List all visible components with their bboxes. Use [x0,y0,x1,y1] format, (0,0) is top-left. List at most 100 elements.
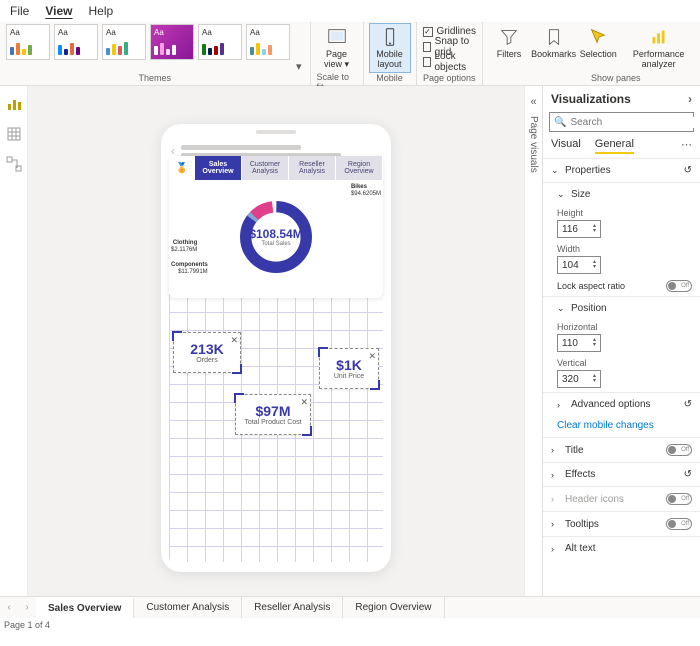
section-tooltips[interactable]: ›TooltipsOff [543,511,700,536]
page-tabs: ‹ › Sales Overview Customer Analysis Res… [0,596,700,618]
reset-icon[interactable]: ↺ [684,165,692,176]
close-icon[interactable]: ✕ [300,397,308,408]
logo-icon: 🏅 [169,156,195,180]
page-tab-sales[interactable]: Sales Overview [36,597,134,618]
tooltips-toggle[interactable]: Off [666,518,692,530]
canvas[interactable]: ‹ 🏅 Sales Overview Customer Analysis Res… [28,86,524,596]
theme-swatch[interactable]: Aa [6,24,50,60]
theme-dropdown-icon[interactable]: ▾ [294,60,304,73]
bookmarks-button[interactable]: Bookmarks [533,24,574,62]
tab-region[interactable]: Region Overview [336,156,383,180]
view-switcher [0,86,28,596]
section-effects[interactable]: ›Effects↺ [543,462,700,486]
total-sales-value: $108.54M [249,227,302,241]
ann-bikes: Bikes$94.6205M [351,184,381,197]
menu-view[interactable]: View [45,4,72,18]
mobile-layout-button[interactable]: Mobile layout [370,24,410,72]
ann-components: Components$11.7991M [171,262,208,275]
card-product-cost[interactable]: ✕ $97M Total Product Cost [235,394,311,435]
tab-sales-overview[interactable]: Sales Overview [195,156,242,180]
card-value: $97M [240,403,306,419]
ribbon-group-label: Mobile [376,73,403,85]
tab-general[interactable]: General [595,138,634,154]
lock-checkbox[interactable]: Lock objects [423,54,476,69]
section-advanced[interactable]: ›Advanced options↺ [543,392,700,416]
selection-button[interactable]: Selection [578,24,618,62]
search-icon: 🔍 [554,117,566,128]
theme-swatch[interactable]: Aa [198,24,242,60]
section-title[interactable]: ›TitleOff [543,437,700,462]
phone-notch [256,130,296,134]
section-position[interactable]: ⌄Position [543,296,700,320]
card-label: Unit Price [324,373,374,380]
report-tabs: 🏅 Sales Overview Customer Analysis Resel… [169,156,383,180]
total-sales-label: Total Sales [249,241,302,247]
header-toggle: Off [666,493,692,505]
data-view-icon[interactable] [6,126,22,142]
report-view-icon[interactable] [6,96,22,112]
ribbon: Aa Aa Aa Aa Aa Aa ▾ Themes Page view ▾ S… [0,22,700,86]
ann-clothing: Clothing$2.1176M [171,240,197,253]
menu-help[interactable]: Help [88,4,113,18]
filters-button[interactable]: Filters [489,24,529,62]
theme-swatch[interactable]: Aa [102,24,146,60]
menu-bar: File View Help [0,0,700,22]
search-box[interactable]: 🔍 [549,112,694,132]
search-input[interactable] [570,117,700,128]
height-input[interactable]: 116▴▾ [557,220,601,238]
page-tab-customer[interactable]: Customer Analysis [134,597,242,618]
rail-label: Page visuals [528,116,539,173]
tab-customer[interactable]: Customer Analysis [242,156,289,180]
ribbon-group-label: Page options [423,73,476,85]
collapse-rail: « Page visuals [524,86,542,596]
theme-swatch[interactable]: Aa [150,24,194,60]
close-icon[interactable]: ✕ [368,351,376,362]
card-label: Total Product Cost [240,419,306,426]
section-properties[interactable]: ⌄Properties↺ [543,158,700,182]
reset-icon[interactable]: ↺ [684,399,692,410]
page-tab-reseller[interactable]: Reseller Analysis [242,597,343,618]
tab-reseller[interactable]: Reseller Analysis [289,156,336,180]
label-width: Width [557,244,692,254]
title-toggle[interactable]: Off [666,444,692,456]
more-icon[interactable]: ⋯ [681,138,692,154]
tab-prev-icon[interactable]: ‹ [0,597,18,618]
pane-title: Visualizations [551,92,631,106]
ribbon-group-label: Show panes [591,73,641,85]
label-vertical: Vertical [557,358,692,368]
card-value: $1K [324,357,374,373]
section-header-icons: ›Header iconsOff [543,486,700,511]
theme-swatch[interactable]: Aa [54,24,98,60]
section-alt-text[interactable]: ›Alt text [543,536,700,560]
card-orders[interactable]: ✕ 213K Orders [173,332,241,373]
status-bar: Page 1 of 4 [0,618,700,632]
lock-aspect-toggle[interactable]: Off [666,280,692,292]
card-unit-price[interactable]: ✕ $1K Unit Price [319,348,379,389]
dashboard-card[interactable]: 🏅 Sales Overview Customer Analysis Resel… [169,156,383,298]
theme-gallery: Aa Aa Aa Aa Aa Aa ▾ [6,24,304,73]
section-size[interactable]: ⌄Size [543,182,700,206]
card-value: 213K [178,341,236,357]
close-icon[interactable]: ✕ [230,335,238,346]
ribbon-group-label: Themes [139,73,172,85]
tab-next-icon[interactable]: › [18,597,36,618]
donut-chart[interactable]: $108.54M Total Sales Bikes$94.6205M Clot… [169,180,383,290]
menu-file[interactable]: File [10,4,29,18]
reset-icon[interactable]: ↺ [684,469,692,480]
visualizations-pane: Visualizations › 🔍 Visual General ⋯ ⌄Pro… [542,86,700,596]
page-view-button[interactable]: Page view ▾ [317,24,357,72]
horizontal-input[interactable]: 110▴▾ [557,334,601,352]
card-label: Orders [178,357,236,364]
collapse-icon[interactable]: « [530,96,536,108]
vertical-input[interactable]: 320▴▾ [557,370,601,388]
label-horizontal: Horizontal [557,322,692,332]
expand-icon[interactable]: › [688,92,692,106]
width-input[interactable]: 104▴▾ [557,256,601,274]
page-tab-region[interactable]: Region Overview [343,597,444,618]
clear-mobile-link[interactable]: Clear mobile changes [543,416,700,437]
phone-mock: ‹ 🏅 Sales Overview Customer Analysis Res… [161,124,391,572]
theme-swatch[interactable]: Aa [246,24,290,60]
perf-analyzer-button[interactable]: Performance analyzer [622,24,695,72]
tab-visual[interactable]: Visual [551,138,581,154]
model-view-icon[interactable] [6,156,22,172]
